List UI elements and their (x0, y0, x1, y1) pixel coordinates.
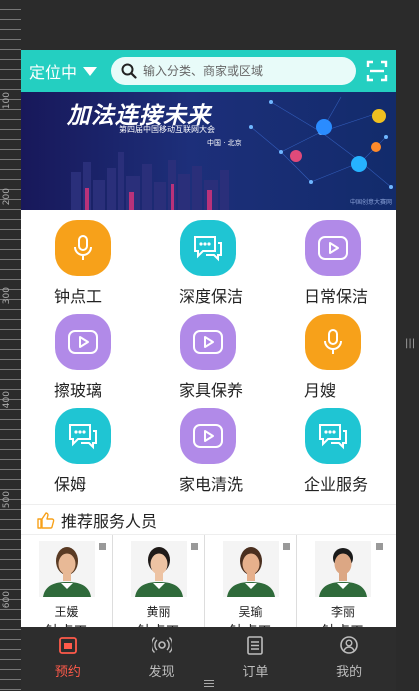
search-icon (121, 63, 137, 79)
avatar (223, 541, 279, 597)
service-label: 家电清洗 (179, 475, 244, 494)
broadcast-icon (151, 637, 172, 653)
staff-card[interactable]: 吴瑜 钟点工 (205, 535, 297, 640)
ruler-label: 500 (2, 491, 12, 509)
ruler-label: 400 (2, 391, 12, 409)
recommend-title: 推荐服务人员 (61, 511, 158, 531)
staff-name: 黄丽 (146, 605, 171, 619)
thumbs-up-icon (37, 511, 55, 529)
chat-bubbles-icon (305, 408, 361, 464)
banner-subtitle: 第四届中国移动互联网大会 (119, 125, 215, 134)
play-icon (55, 314, 111, 370)
avatar (39, 541, 95, 597)
tab-profile[interactable]: 我的 (302, 627, 396, 691)
service-item[interactable]: 家电清洗 (146, 406, 271, 500)
service-label: 月嫂 (304, 381, 337, 400)
service-item[interactable]: 日常保洁 (271, 218, 396, 312)
calendar-icon (58, 637, 77, 654)
avatar (131, 541, 187, 597)
user-icon (340, 636, 358, 654)
staff-list: 王媛 钟点工 黄丽 钟点工 (21, 534, 396, 640)
play-icon (305, 220, 361, 276)
tab-booking[interactable]: 预约 (21, 627, 115, 691)
staff-name: 吴瑜 (238, 605, 263, 619)
service-label: 家具保养 (179, 381, 244, 400)
staff-card[interactable]: 黄丽 钟点工 (113, 535, 205, 640)
promo-banner[interactable]: 加法连接未来 第四届中国移动互联网大会 中国 · 北京 中国创意大赛网 (21, 92, 396, 210)
device-frame: 100 200 300 400 500 600 ||| 定位中 输入分类、商家或… (0, 0, 419, 691)
left-ruler: 100 200 300 400 500 600 (0, 0, 21, 691)
recommend-header: 推荐服务人员 (21, 504, 396, 534)
tab-discover[interactable]: 发现 (115, 627, 209, 691)
service-item[interactable]: 深度保洁 (146, 218, 271, 312)
service-label: 保姆 (54, 475, 87, 494)
service-item[interactable]: 企业服务 (271, 406, 396, 500)
microphone-icon (305, 314, 361, 370)
play-icon (180, 408, 236, 464)
status-bar (21, 20, 396, 50)
tab-label: 预约 (54, 665, 81, 680)
staff-name: 王媛 (54, 605, 79, 619)
badge (376, 543, 383, 550)
service-grid: 钟点工 深度保洁 日常保洁 擦玻璃 家具保养 月嫂 保姆 家电清洗 企业服务 (21, 210, 396, 500)
service-item[interactable]: 家具保养 (146, 312, 271, 406)
search-input[interactable] (143, 64, 344, 78)
ruler-label: 300 (2, 287, 12, 305)
menu-handle-icon[interactable] (204, 680, 214, 688)
search-box[interactable] (111, 57, 357, 85)
top-header: 定位中 (21, 50, 396, 92)
microphone-icon (55, 220, 111, 276)
badge (191, 543, 198, 550)
resize-handle[interactable]: ||| (405, 338, 415, 352)
ruler-label: 200 (2, 188, 12, 206)
service-label: 企业服务 (304, 475, 369, 494)
ruler-label: 600 (2, 591, 12, 609)
banner-credit: 中国创意大赛网 (349, 199, 392, 206)
location-selector[interactable]: 定位中 (29, 59, 98, 83)
service-label: 擦玻璃 (54, 381, 103, 400)
service-label: 日常保洁 (304, 287, 369, 306)
location-label: 定位中 (29, 63, 78, 82)
staff-name: 李丽 (330, 605, 355, 619)
service-label: 深度保洁 (179, 287, 244, 306)
service-item[interactable]: 保姆 (21, 406, 146, 500)
top-ruler (0, 0, 419, 20)
app-screen: 定位中 输入分类、商家或区域 加法连接未来 第四届中国移动互联网大会 中国 · … (21, 20, 396, 691)
tab-label: 我的 (336, 665, 363, 680)
list-icon (247, 636, 264, 655)
avatar (315, 541, 371, 597)
tab-label: 订单 (242, 665, 269, 680)
play-icon (180, 314, 236, 370)
scan-icon[interactable] (366, 60, 388, 82)
chat-bubbles-icon (180, 220, 236, 276)
ruler-label: 100 (2, 92, 12, 110)
badge (283, 543, 290, 550)
badge (99, 543, 106, 550)
tab-orders[interactable]: 订单 (209, 627, 303, 691)
banner-location: 中国 · 北京 (207, 139, 242, 147)
tab-label: 发现 (148, 665, 175, 680)
chat-bubbles-icon (55, 408, 111, 464)
service-item[interactable]: 钟点工 (21, 218, 146, 312)
service-label: 钟点工 (54, 287, 103, 306)
service-item[interactable]: 擦玻璃 (21, 312, 146, 406)
staff-card[interactable]: 李丽 钟点工 (297, 535, 389, 640)
staff-card[interactable]: 王媛 钟点工 (21, 535, 113, 640)
service-item[interactable]: 月嫂 (271, 312, 396, 406)
dropdown-arrow-icon (83, 66, 98, 76)
